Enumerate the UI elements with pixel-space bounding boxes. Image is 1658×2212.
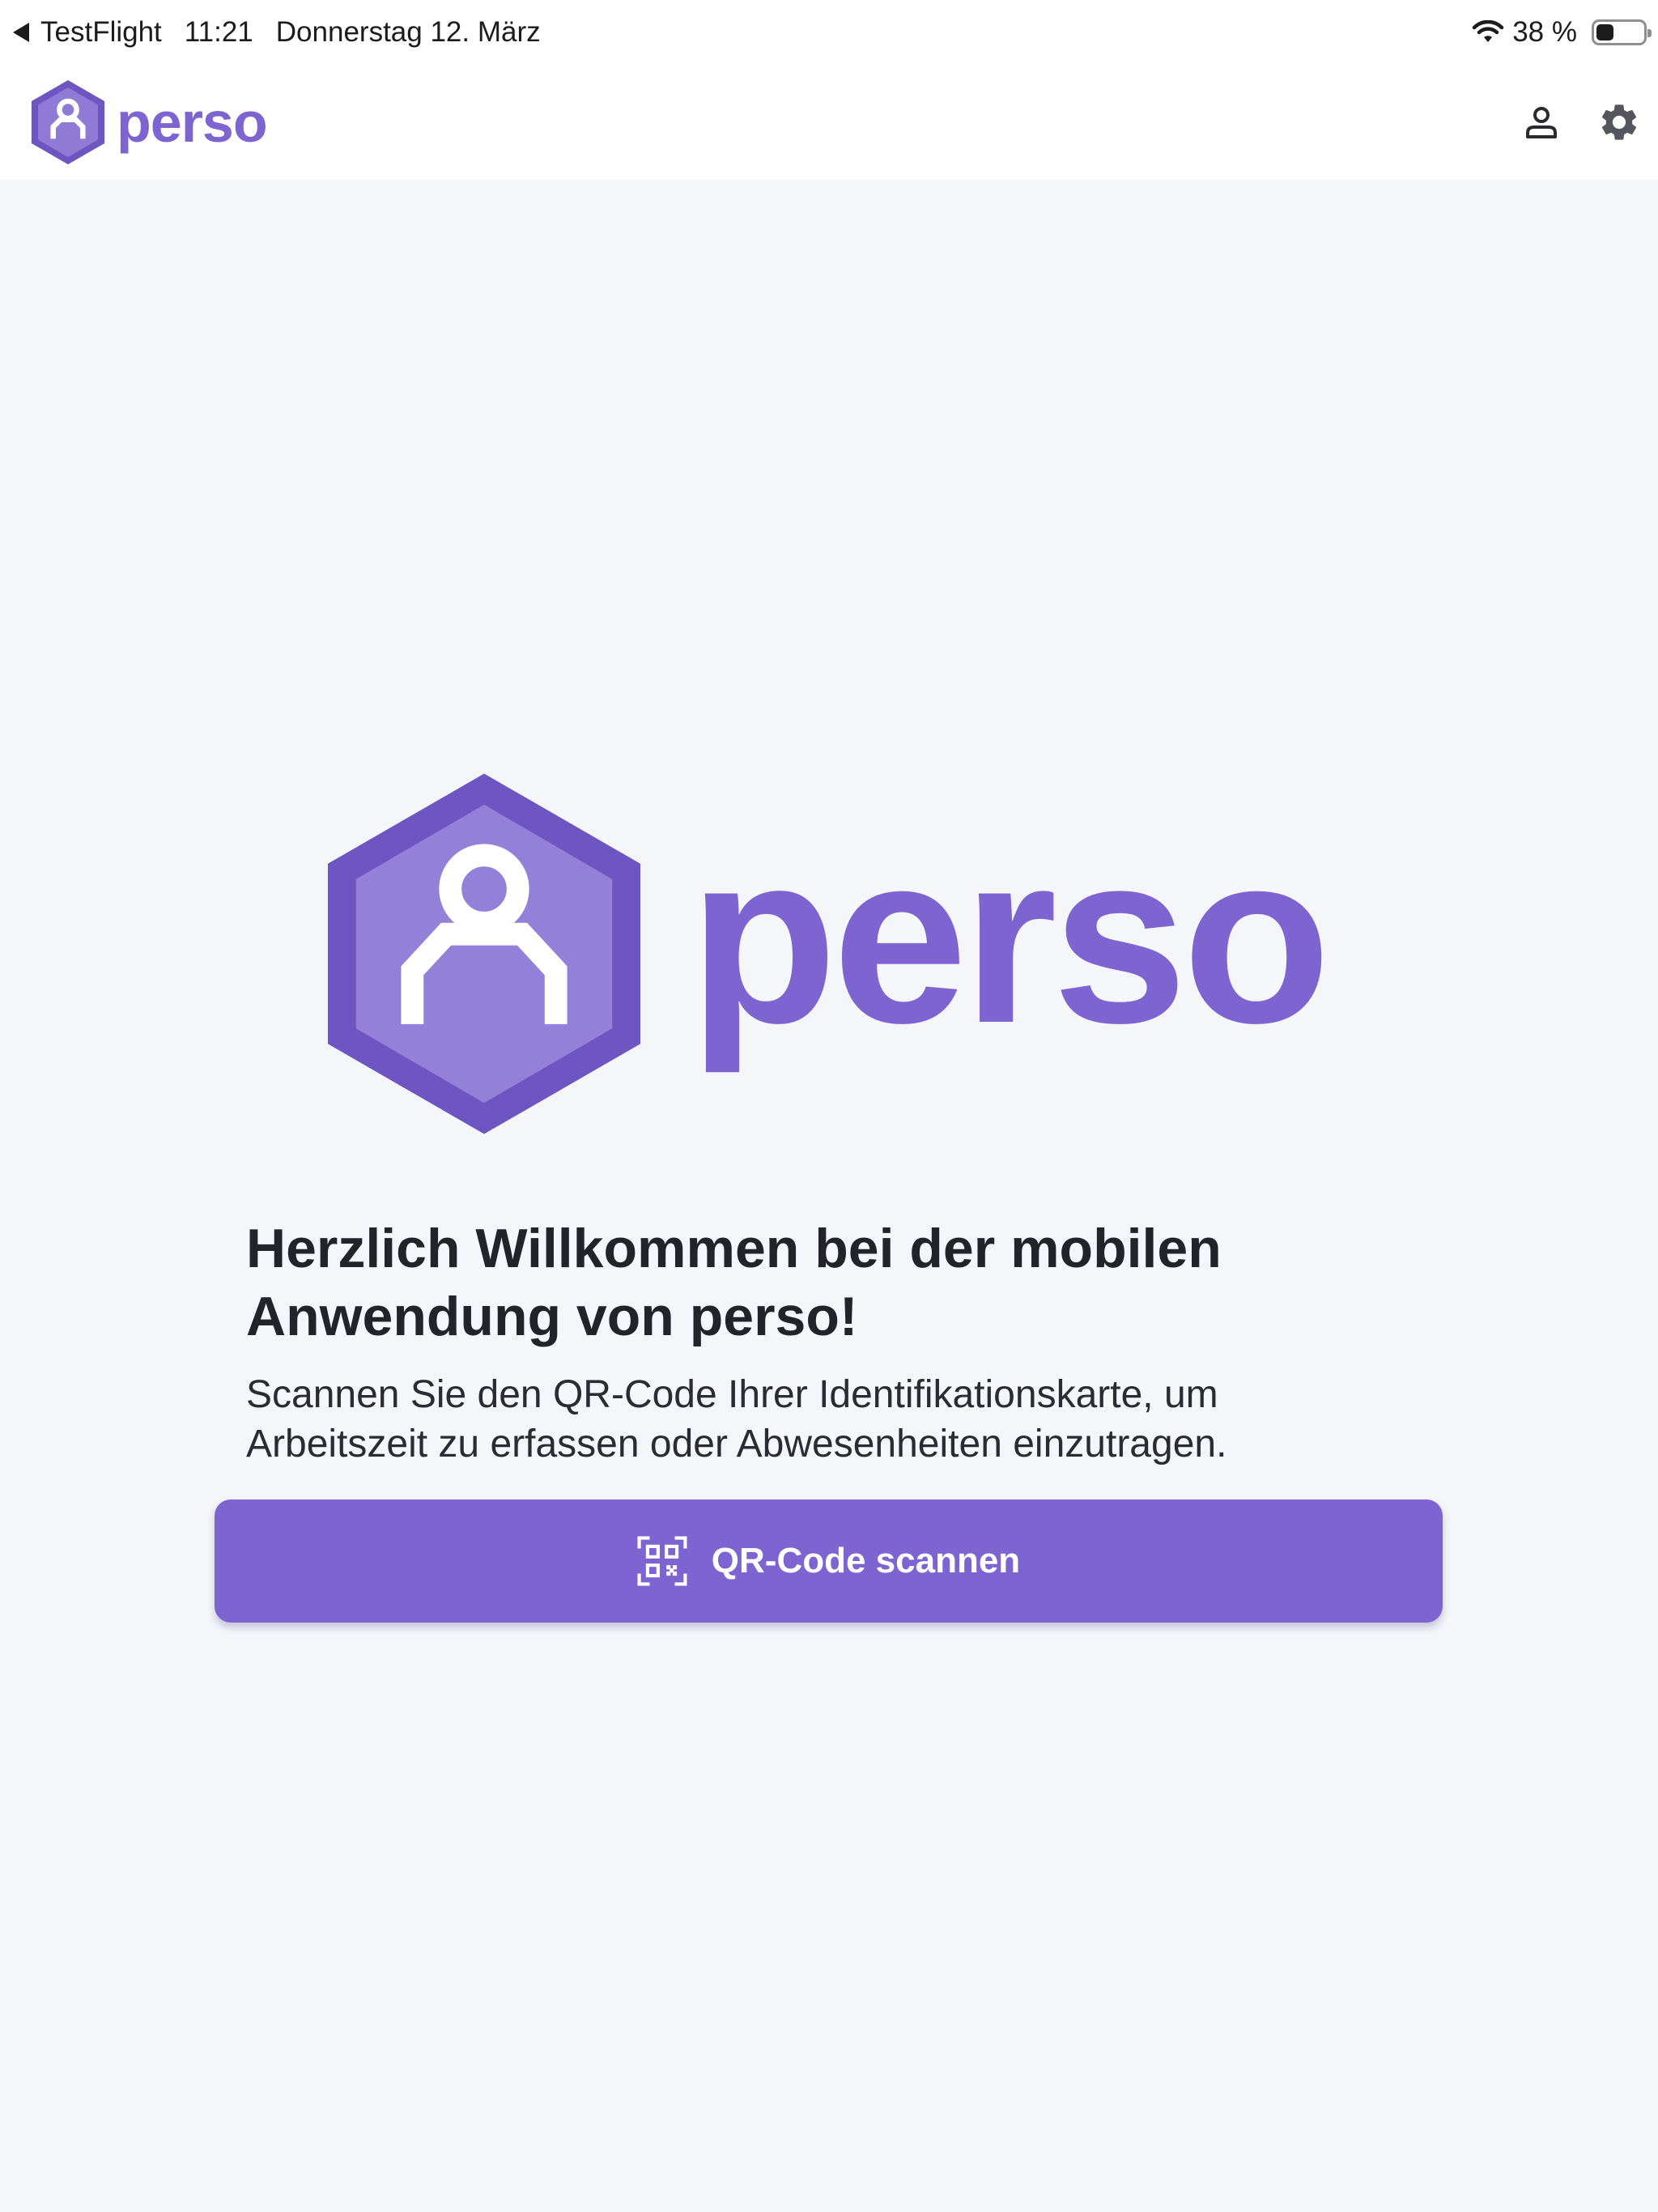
scan-qr-button[interactable]: QR-Code scannen — [215, 1499, 1443, 1623]
header-actions — [1503, 83, 1658, 161]
app-header: perso — [0, 65, 1658, 180]
user-icon — [1526, 107, 1557, 138]
hexagon-user-logo-icon — [31, 80, 105, 164]
scan-button-label: QR-Code scannen — [711, 1541, 1021, 1580]
back-app-label[interactable]: TestFlight — [40, 16, 162, 49]
gear-icon — [1601, 104, 1637, 140]
welcome-description: Scannen Sie den QR-Code Ihrer Identifika… — [246, 1370, 1509, 1469]
welcome-title-line: Anwendung von perso! — [246, 1286, 858, 1347]
status-date: Donnerstag 12. März — [275, 16, 541, 48]
status-bar: TestFlight 11:21 Donnerstag 12. März 38 … — [0, 0, 1658, 65]
settings-button[interactable] — [1580, 83, 1658, 161]
hero-brand-name: perso — [689, 802, 1331, 1074]
hero-logo: perso — [328, 768, 1332, 1140]
battery-icon — [1592, 19, 1652, 45]
battery-fill — [1596, 24, 1614, 40]
description-line: Arbeitszeit zu erfassen oder Abwesenheit… — [246, 1423, 1227, 1465]
status-bar-left: TestFlight 11:21 Donnerstag 12. März — [13, 16, 563, 49]
battery-percent: 38 % — [1512, 16, 1577, 48]
welcome-title-line: Herzlich Willkommen bei der mobilen — [246, 1218, 1222, 1279]
status-time: 11:21 — [184, 16, 253, 48]
status-bar-right: 38 % — [1472, 16, 1652, 49]
brand-logo[interactable]: perso — [31, 80, 268, 164]
back-arrow-icon[interactable] — [13, 23, 29, 42]
brand-name: perso — [117, 91, 268, 154]
profile-button[interactable] — [1503, 83, 1580, 161]
qr-code-icon — [637, 1536, 687, 1586]
welcome-title: Herzlich Willkommen bei der mobilen Anwe… — [246, 1214, 1460, 1351]
hexagon-user-logo-icon — [328, 773, 640, 1134]
description-line: Scannen Sie den QR-Code Ihrer Identifika… — [246, 1373, 1218, 1416]
wifi-icon — [1472, 20, 1504, 42]
